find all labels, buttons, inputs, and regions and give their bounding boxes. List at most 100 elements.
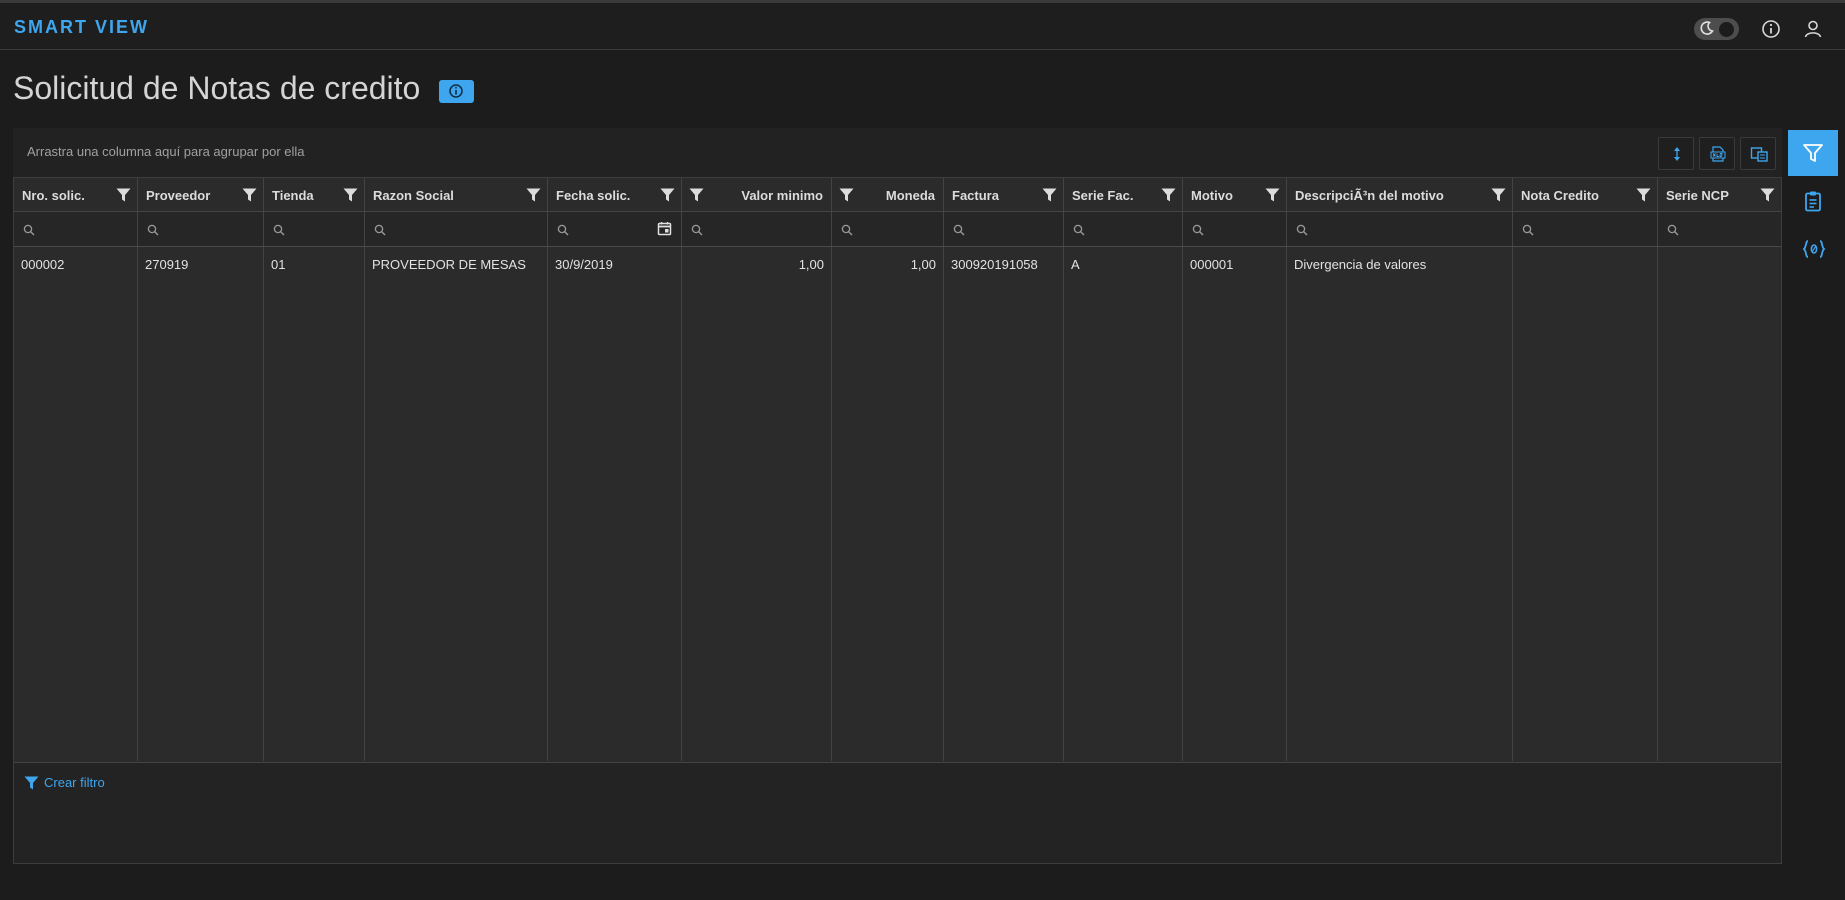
page-info-button[interactable] xyxy=(439,80,474,103)
expand-collapse-icon xyxy=(1674,147,1680,161)
filter-funnel-icon[interactable] xyxy=(116,188,131,202)
filter-cell-nro-solic[interactable] xyxy=(14,212,138,246)
json-view-button[interactable] xyxy=(1788,226,1838,272)
group-panel-hint[interactable]: Arrastra una columna aquí para agrupar p… xyxy=(27,144,305,159)
column-header-label: Fecha solic. xyxy=(556,188,631,203)
filter-funnel-icon[interactable] xyxy=(1636,188,1651,202)
filter-cell-moneda[interactable] xyxy=(832,212,944,246)
column-header-label: Serie NCP xyxy=(1666,188,1729,203)
brand-logo[interactable]: SMART VIEW xyxy=(14,17,149,38)
filter-cell-factura[interactable] xyxy=(944,212,1064,246)
table-cell: Divergencia de valores xyxy=(1287,247,1513,281)
column-header-descripcion-motivo[interactable]: DescripciÃ³n del motivo xyxy=(1287,178,1513,211)
clipboard-button[interactable] xyxy=(1788,178,1838,224)
column-header-label: Moneda xyxy=(885,188,935,203)
table-cell: 270919 xyxy=(138,247,264,281)
column-header-nota-credito[interactable]: Nota Credito xyxy=(1513,178,1658,211)
page-title: Solicitud de Notas de credito xyxy=(13,70,421,106)
column-header-factura[interactable]: Factura xyxy=(944,178,1064,211)
search-icon xyxy=(23,224,35,236)
search-icon xyxy=(841,224,853,236)
column-header-serie-fac[interactable]: Serie Fac. xyxy=(1064,178,1183,211)
column-header-label: Razon Social xyxy=(373,188,454,203)
calendar-icon[interactable] xyxy=(657,221,672,236)
filter-cell-razon-social[interactable] xyxy=(365,212,548,246)
column-divider xyxy=(1512,281,1513,761)
data-grid: Nro. solic. Proveedor Tienda Razon Socia… xyxy=(13,177,1782,864)
theme-toggle[interactable] xyxy=(1694,18,1739,40)
filter-cell-tienda[interactable] xyxy=(264,212,365,246)
search-icon xyxy=(273,224,285,236)
search-icon xyxy=(1522,224,1534,236)
search-icon xyxy=(691,224,703,236)
table-cell: 1,00 xyxy=(682,247,832,281)
filter-cell-nota-credito[interactable] xyxy=(1513,212,1658,246)
column-chooser-icon xyxy=(1750,147,1768,162)
table-cell xyxy=(1513,247,1658,281)
filter-funnel-icon[interactable] xyxy=(1760,188,1775,202)
data-grid-panel: Arrastra una columna aquí para agrupar p… xyxy=(13,128,1782,864)
search-icon xyxy=(953,224,965,236)
filter-funnel-icon[interactable] xyxy=(839,188,854,202)
filter-row xyxy=(14,212,1781,247)
moon-icon xyxy=(1700,21,1714,35)
column-header-razon-social[interactable]: Razon Social xyxy=(365,178,548,211)
filter-cell-motivo[interactable] xyxy=(1183,212,1287,246)
column-divider xyxy=(547,281,548,761)
clipboard-icon xyxy=(1805,191,1821,212)
table-cell: 000002 xyxy=(14,247,138,281)
export-excel-icon xyxy=(1710,146,1726,162)
info-icon[interactable] xyxy=(1760,18,1782,40)
filter-cell-fecha-solic[interactable] xyxy=(548,212,682,246)
filter-funnel-icon[interactable] xyxy=(660,188,675,202)
expand-collapse-button[interactable] xyxy=(1658,137,1694,170)
filter-funnel-icon[interactable] xyxy=(1042,188,1057,202)
filter-panel-button[interactable] xyxy=(1788,130,1838,176)
search-icon xyxy=(1192,224,1204,236)
search-icon xyxy=(1073,224,1085,236)
column-header-label: Nro. solic. xyxy=(22,188,85,203)
grid-footer: Crear filtro xyxy=(14,762,1781,863)
column-divider xyxy=(831,281,832,761)
filter-funnel-icon[interactable] xyxy=(1491,188,1506,202)
column-header-tienda[interactable]: Tienda xyxy=(264,178,365,211)
column-header-proveedor[interactable]: Proveedor xyxy=(138,178,264,211)
filter-cell-serie-fac[interactable] xyxy=(1064,212,1183,246)
filter-funnel-icon[interactable] xyxy=(242,188,257,202)
filter-funnel-icon[interactable] xyxy=(343,188,358,202)
column-header-moneda[interactable]: Moneda xyxy=(832,178,944,211)
search-icon xyxy=(147,224,159,236)
column-divider xyxy=(1063,281,1064,761)
table-cell: 300920191058 xyxy=(944,247,1064,281)
column-chooser-button[interactable] xyxy=(1740,137,1776,170)
filter-funnel-icon[interactable] xyxy=(689,188,704,202)
column-divider xyxy=(1286,281,1287,761)
column-header-label: Proveedor xyxy=(146,188,211,203)
column-header-label: Factura xyxy=(952,188,999,203)
filter-funnel-icon[interactable] xyxy=(1265,188,1280,202)
column-header-label: Nota Credito xyxy=(1521,188,1599,203)
column-header-motivo[interactable]: Motivo xyxy=(1183,178,1287,211)
info-icon xyxy=(449,84,463,98)
column-header-label: Valor minimo xyxy=(741,188,823,203)
filter-cell-descripcion-motivo[interactable] xyxy=(1287,212,1513,246)
filter-cell-valor-minimo[interactable] xyxy=(682,212,832,246)
column-divider xyxy=(1657,281,1658,761)
filter-funnel-icon[interactable] xyxy=(1161,188,1176,202)
search-icon xyxy=(374,224,386,236)
table-cell: 30/9/2019 xyxy=(548,247,682,281)
filter-cell-serie-ncp[interactable] xyxy=(1658,212,1781,246)
column-header-valor-minimo[interactable]: Valor minimo xyxy=(682,178,832,211)
column-header-fecha-solic[interactable]: Fecha solic. xyxy=(548,178,682,211)
filter-funnel-icon[interactable] xyxy=(526,188,541,202)
table-cell: A xyxy=(1064,247,1183,281)
create-filter-link[interactable]: Crear filtro xyxy=(24,775,105,790)
table-row[interactable]: 000002 270919 01 PROVEEDOR DE MESAS 30/9… xyxy=(14,247,1781,281)
column-header-label: Serie Fac. xyxy=(1072,188,1134,203)
user-icon[interactable] xyxy=(1802,18,1824,40)
column-header-serie-ncp[interactable]: Serie NCP xyxy=(1658,178,1781,211)
search-icon xyxy=(1667,224,1679,236)
column-header-nro-solic[interactable]: Nro. solic. xyxy=(14,178,138,211)
filter-cell-proveedor[interactable] xyxy=(138,212,264,246)
export-excel-button[interactable] xyxy=(1699,137,1735,170)
